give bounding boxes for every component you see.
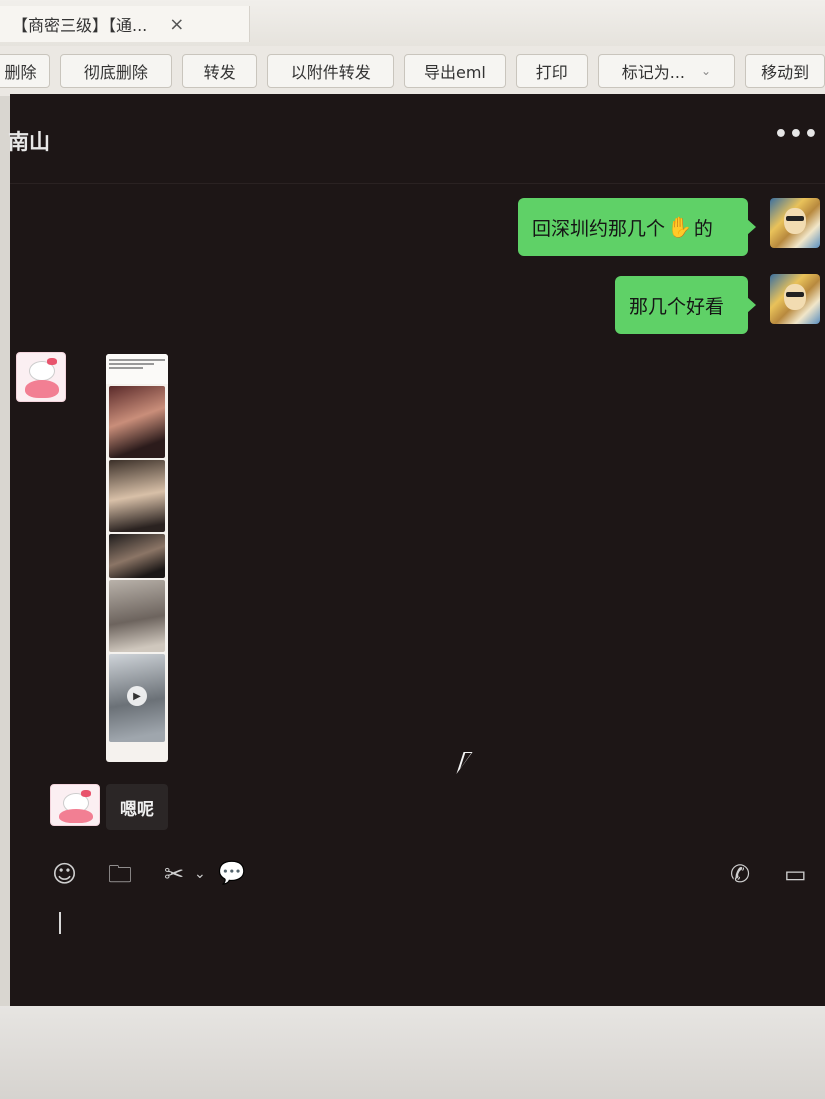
scissors-icon[interactable]: ✂	[164, 860, 184, 888]
my-avatar[interactable]	[770, 198, 820, 248]
message-text: 那几个好看	[629, 295, 725, 318]
phone-icon[interactable]: ✆	[730, 860, 750, 888]
chat-bubble-icon[interactable]: 💬	[218, 860, 245, 888]
forward-as-attachment-button[interactable]: 以附件转发	[267, 54, 395, 88]
text-line	[109, 367, 143, 369]
mark-as-dropdown[interactable]: 标记为... ⌄	[597, 54, 736, 88]
contact-name: 南山	[8, 130, 50, 154]
mark-as-label: 标记为...	[621, 63, 685, 82]
photo-thumbnail	[109, 534, 165, 578]
print-button[interactable]: 打印	[515, 54, 588, 88]
chevron-down-icon: ⌄	[701, 64, 712, 78]
my-avatar[interactable]	[770, 274, 820, 324]
delete-button[interactable]: 删除	[0, 54, 50, 88]
outgoing-message-bubble[interactable]: 那几个好看	[615, 276, 756, 334]
mail-tab[interactable]: 【商密三级】【通... ×	[0, 6, 250, 42]
text-line	[109, 363, 154, 365]
text-line	[109, 359, 165, 361]
message-text: 的	[693, 217, 713, 240]
chat-header: 南山 •••	[8, 94, 825, 184]
contact-avatar[interactable]	[16, 352, 66, 402]
photo-thumbnail	[109, 460, 165, 532]
permanent-delete-button[interactable]: 彻底删除	[60, 54, 172, 88]
desk-surface	[0, 1006, 825, 1099]
video-thumbnail: ▶	[109, 654, 165, 742]
photo-thumbnail	[109, 580, 165, 652]
contact-avatar[interactable]	[50, 784, 100, 826]
kitty-bow	[47, 358, 57, 365]
folder-icon[interactable]: 🗀	[108, 860, 132, 888]
chat-window: 南山 ••• 回深圳约那几个 ✋ 的 那几个好看 ▶ 嗯呢 ☺ 🗀 ✂ ⌄ 💬 …	[8, 94, 825, 1006]
kitty-body	[25, 380, 59, 398]
text-input-caret[interactable]	[59, 912, 61, 934]
move-to-button[interactable]: 移动到	[745, 54, 825, 88]
tab-strip: 【商密三级】【通... ×	[0, 0, 825, 46]
export-eml-button[interactable]: 导出eml	[404, 54, 506, 88]
mail-toolbar: 删除 彻底删除 转发 以附件转发 导出eml 打印 标记为... ⌄ 移动到	[0, 46, 825, 96]
message-text: 回深圳约那几个	[532, 217, 666, 240]
more-options-icon[interactable]: •••	[774, 122, 819, 147]
video-call-icon[interactable]: ▭	[784, 860, 807, 888]
kitty-bow	[81, 790, 91, 797]
input-toolbar: ☺ 🗀 ✂ ⌄ 💬 ✆ ▭	[10, 854, 825, 894]
chevron-down-icon[interactable]: ⌄	[194, 860, 206, 888]
message-text: 嗯呢	[120, 799, 154, 820]
mouse-cursor-icon	[456, 752, 473, 774]
image-header-text	[106, 354, 168, 384]
emoji-icon[interactable]: ☺	[52, 860, 77, 888]
outgoing-message-bubble[interactable]: 回深圳约那几个 ✋ 的	[518, 198, 756, 256]
forward-button[interactable]: 转发	[181, 54, 258, 88]
incoming-message-bubble[interactable]: 嗯呢	[106, 784, 168, 830]
photo-thumbnail	[109, 386, 165, 458]
waving-hand-emoji: ✋	[667, 215, 692, 239]
image-message[interactable]: ▶	[106, 354, 168, 762]
kitty-body	[59, 809, 93, 823]
close-icon[interactable]: ×	[169, 14, 184, 35]
tab-title: 【商密三级】【通...	[12, 16, 148, 35]
play-icon[interactable]: ▶	[127, 686, 147, 706]
